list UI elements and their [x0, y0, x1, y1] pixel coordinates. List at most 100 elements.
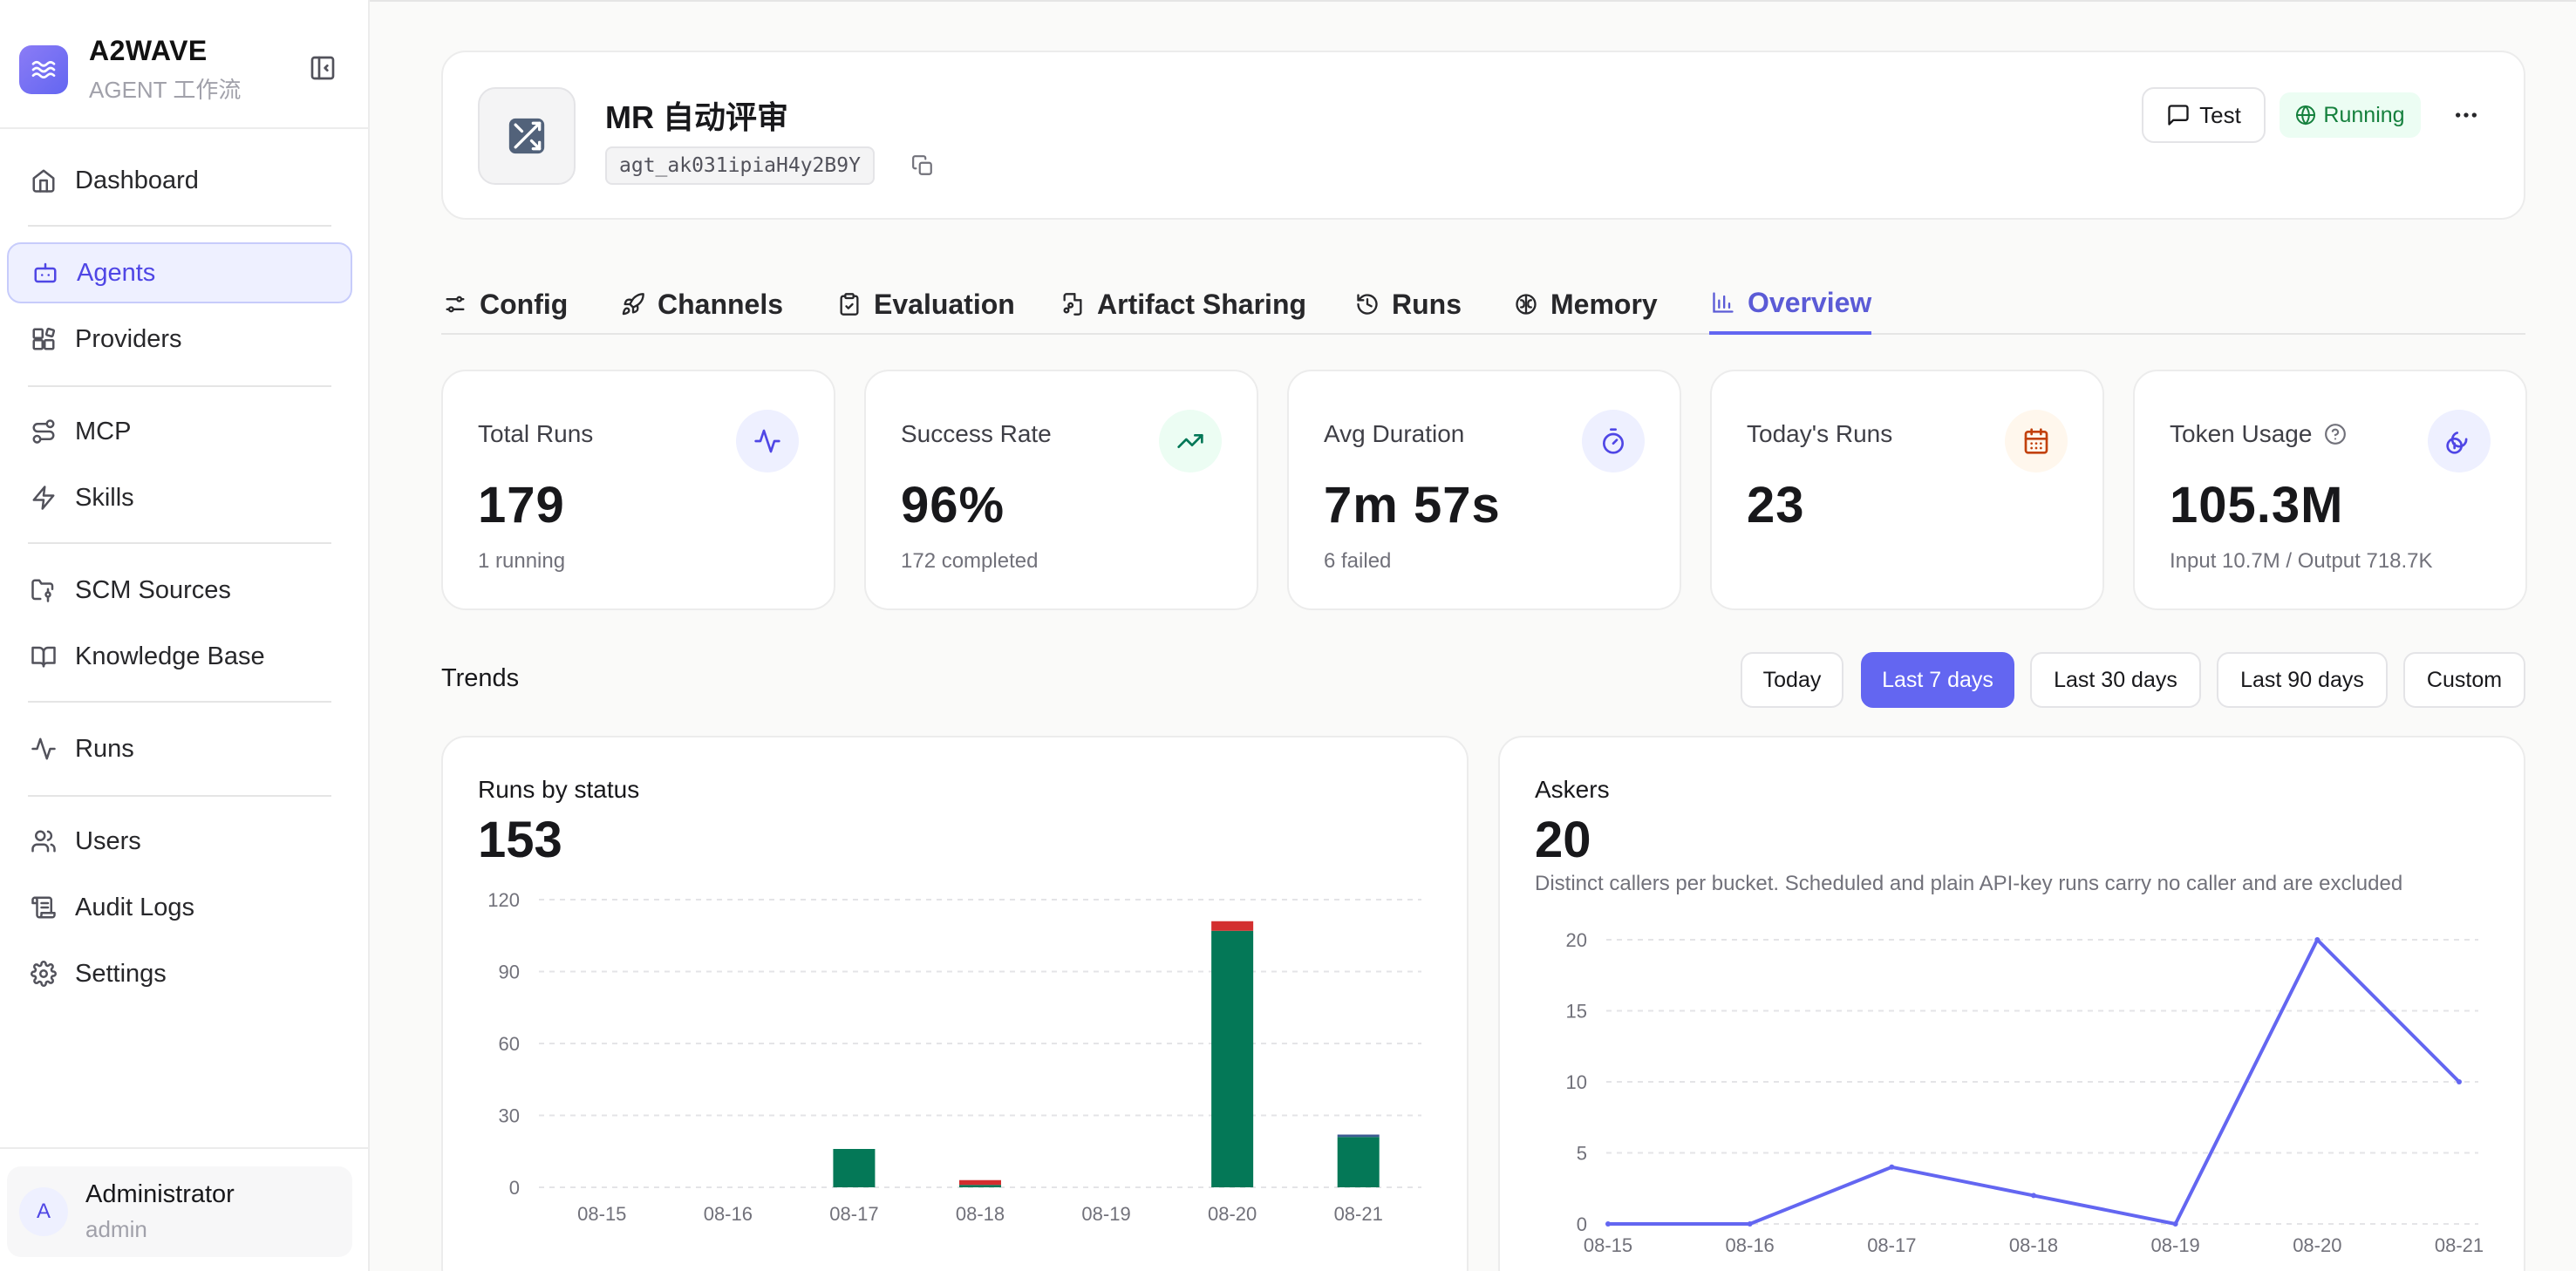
calendar-icon	[2005, 410, 2068, 472]
sidebar-item-dashboard[interactable]: Dashboard	[7, 150, 352, 211]
sidebar-item-scm-sources[interactable]: SCM Sources	[7, 560, 352, 621]
sidebar-item-agents[interactable]: Agents	[7, 242, 352, 303]
stat-label: Avg Duration	[1324, 420, 1465, 447]
y-tick-label: 30	[499, 1105, 520, 1127]
stat-label: Total Runs	[478, 420, 594, 447]
trends-title: Trends	[441, 664, 520, 692]
tab-label: Runs	[1392, 288, 1462, 320]
brand-subtitle: AGENT 工作流	[89, 77, 242, 103]
home-icon	[28, 165, 59, 196]
trending-up-icon	[1159, 410, 1222, 472]
range-custom-button[interactable]: Custom	[2403, 652, 2525, 708]
x-tick-label: 08-19	[1081, 1203, 1130, 1225]
sidebar-item-mcp[interactable]: MCP	[7, 401, 352, 462]
range-last-30-days-button[interactable]: Last 30 days	[2030, 652, 2201, 708]
sidebar-item-label: Settings	[75, 959, 167, 988]
tab-label: Evaluation	[874, 288, 1015, 320]
sidebar-item-skills[interactable]: Skills	[7, 467, 352, 528]
stat-card-token-usage: Token Usage 105.3M Input 10.7M / Output …	[2133, 370, 2527, 610]
bar	[1211, 930, 1254, 1187]
status-label: Running	[2323, 102, 2405, 127]
stat-label: Today's Runs	[1747, 420, 1893, 447]
route-icon	[28, 416, 59, 447]
users-icon	[28, 826, 59, 857]
x-tick-label: 08-20	[2293, 1234, 2341, 1256]
data-point	[2172, 1221, 2178, 1227]
data-point	[1605, 1221, 1611, 1227]
y-tick-label: 10	[1566, 1071, 1587, 1093]
data-point	[1889, 1164, 1895, 1170]
stat-sub: 6 failed	[1324, 549, 1392, 573]
tab-channels[interactable]: Channels	[619, 274, 783, 335]
divider	[28, 795, 331, 797]
book-open-icon	[28, 641, 59, 672]
user-menu[interactable]: A Administrator admin	[7, 1166, 352, 1257]
bar	[959, 1185, 1001, 1187]
divider	[370, 0, 2576, 2]
y-tick-label: 120	[487, 889, 520, 911]
data-point	[2031, 1193, 2036, 1199]
bar	[1337, 1134, 1380, 1138]
tab-config[interactable]: Config	[441, 274, 568, 335]
agent-title: MR 自动评审	[605, 99, 788, 135]
sidebar-item-label: Agents	[77, 258, 156, 287]
test-button[interactable]: Test	[2142, 87, 2266, 143]
sidebar-collapse-icon[interactable]	[305, 51, 340, 85]
message-square-icon	[2166, 103, 2191, 127]
divider	[28, 385, 331, 387]
x-tick-label: 08-16	[704, 1203, 753, 1225]
stat-label-text: Token Usage	[2170, 420, 2313, 447]
activity-icon	[736, 410, 799, 472]
help-circle-icon[interactable]	[2324, 423, 2347, 445]
bar	[959, 1179, 1001, 1186]
sidebar-item-users[interactable]: Users	[7, 811, 352, 872]
sidebar-item-runs[interactable]: Runs	[7, 718, 352, 779]
history-icon	[1353, 290, 1381, 318]
askers-card: Askers 20 Distinct callers per bucket. S…	[1498, 736, 2525, 1271]
sidebar-item-providers[interactable]: Providers	[7, 309, 352, 370]
tab-overview[interactable]: Overview	[1709, 274, 1872, 335]
bar	[1337, 1137, 1380, 1187]
data-point	[2314, 937, 2320, 942]
file-share-icon	[1059, 290, 1087, 318]
y-tick-label: 0	[509, 1177, 520, 1199]
waves-icon	[19, 45, 68, 94]
sidebar-item-label: Runs	[75, 734, 134, 763]
blocks-icon	[28, 323, 59, 355]
stat-label: Token Usage	[2170, 420, 2347, 448]
copy-icon[interactable]	[909, 152, 937, 180]
range-today-button[interactable]: Today	[1741, 652, 1843, 708]
sidebar-item-label: Audit Logs	[75, 893, 195, 921]
stat-sub: Input 10.7M / Output 718.7K	[2170, 549, 2433, 573]
brand: A2WAVE AGENT 工作流	[19, 35, 351, 103]
sidebar-item-knowledge-base[interactable]: Knowledge Base	[7, 626, 352, 687]
divider	[28, 701, 331, 703]
stat-card-total-runs: Total Runs 179 1 running	[441, 370, 835, 610]
range-last-7-days-button[interactable]: Last 7 days	[1861, 652, 2014, 708]
bot-icon	[30, 257, 61, 289]
range-last-90-days-button[interactable]: Last 90 days	[2217, 652, 2388, 708]
tab-evaluation[interactable]: Evaluation	[835, 274, 1015, 335]
x-tick-label: 08-15	[577, 1203, 626, 1225]
tab-runs[interactable]: Runs	[1353, 274, 1462, 335]
bar-chart-icon	[1709, 289, 1737, 316]
globe-icon	[2295, 105, 2316, 126]
tab-label: Overview	[1748, 286, 1872, 318]
tab-label: Artifact Sharing	[1097, 288, 1307, 320]
folder-git-icon	[28, 574, 59, 606]
sidebar-item-audit-logs[interactable]: Audit Logs	[7, 877, 352, 938]
user-area: A Administrator admin	[0, 1147, 370, 1271]
tab-artifact-sharing[interactable]: Artifact Sharing	[1059, 274, 1306, 335]
runs-by-status-card: Runs by status 153 0 30 60 90 120 08-15 08-16 0…	[441, 736, 1469, 1271]
more-horizontal-icon[interactable]	[2445, 94, 2487, 136]
x-tick-label: 08-16	[1726, 1234, 1775, 1256]
brain-icon	[1512, 290, 1540, 318]
sidebar-item-label: SCM Sources	[75, 575, 231, 604]
zap-icon	[28, 482, 59, 513]
coins-icon	[2428, 410, 2491, 472]
sidebar-item-settings[interactable]: Settings	[7, 943, 352, 1004]
x-tick-label: 08-18	[2009, 1234, 2058, 1256]
x-tick-label: 08-21	[2435, 1234, 2484, 1256]
y-tick-label: 20	[1566, 929, 1587, 951]
tab-memory[interactable]: Memory	[1512, 274, 1658, 335]
